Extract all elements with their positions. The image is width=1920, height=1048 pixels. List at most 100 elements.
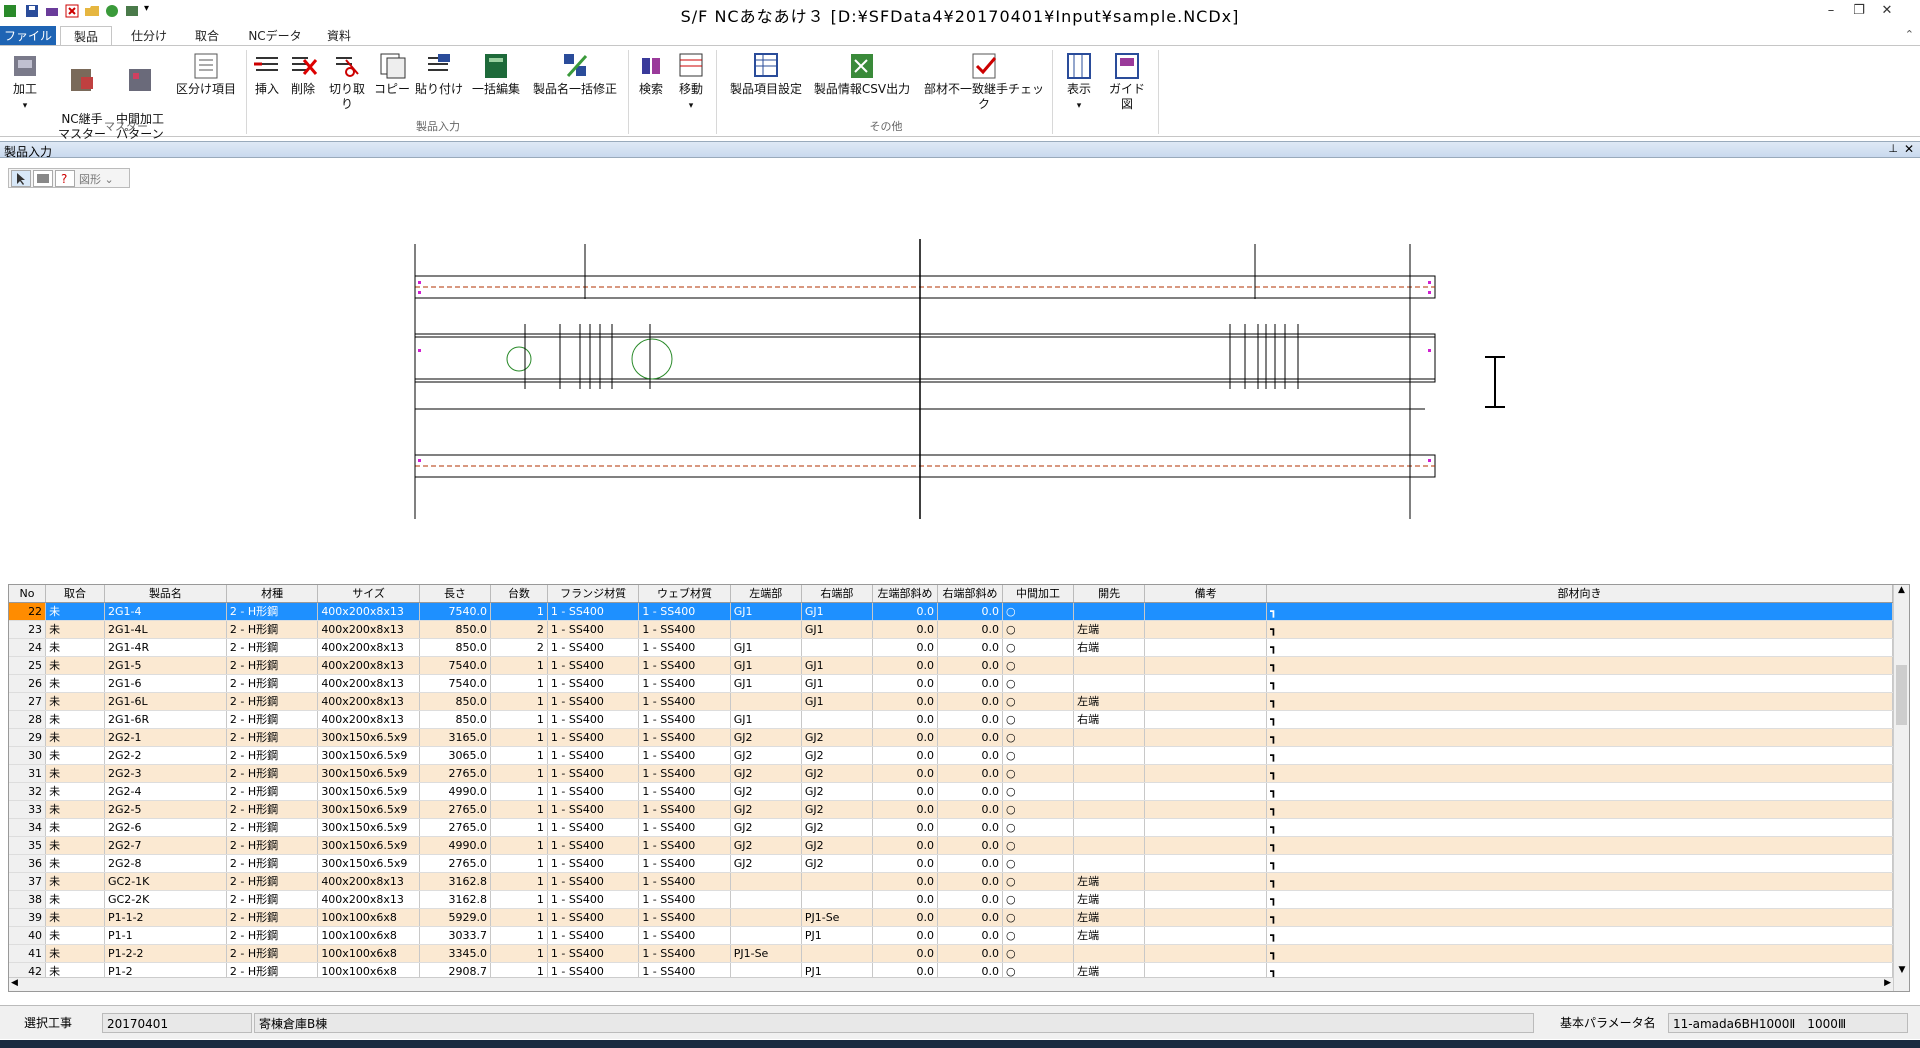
- table-cell[interactable]: 1: [490, 674, 548, 693]
- table-cell[interactable]: ┓: [1266, 764, 1893, 783]
- table-cell[interactable]: 3033.7: [419, 926, 492, 945]
- table-cell[interactable]: ○: [1002, 620, 1075, 639]
- table-cell[interactable]: 33: [9, 800, 47, 819]
- table-cell[interactable]: ┓: [1266, 602, 1893, 621]
- table-cell[interactable]: 2 - H形鋼: [226, 872, 319, 891]
- table-cell[interactable]: 300x150x6.5x9: [317, 764, 420, 783]
- table-cell[interactable]: 1 - SS400: [547, 638, 640, 657]
- table-cell[interactable]: 0.0: [872, 620, 938, 639]
- tab-shiwake[interactable]: 仕分け: [120, 26, 178, 46]
- table-cell[interactable]: [1144, 800, 1268, 819]
- table-cell[interactable]: ○: [1002, 782, 1075, 801]
- table-cell[interactable]: 2 - H形鋼: [226, 674, 319, 693]
- table-cell[interactable]: 0.0: [937, 674, 1003, 693]
- table-cell[interactable]: 0.0: [872, 800, 938, 819]
- column-header[interactable]: サイズ: [317, 585, 420, 603]
- table-cell[interactable]: GJ2: [801, 854, 873, 873]
- table-cell[interactable]: [1144, 746, 1268, 765]
- table-cell[interactable]: 3162.8: [419, 872, 492, 891]
- table-cell[interactable]: ○: [1002, 872, 1075, 891]
- table-cell[interactable]: [1144, 620, 1268, 639]
- table-cell[interactable]: [1073, 800, 1146, 819]
- table-cell[interactable]: 34: [9, 818, 47, 837]
- table-cell[interactable]: [1144, 782, 1268, 801]
- tab-shiryo[interactable]: 資料: [316, 26, 362, 46]
- table-cell[interactable]: 2 - H形鋼: [226, 620, 319, 639]
- table-cell[interactable]: ○: [1002, 944, 1075, 963]
- table-cell[interactable]: 2 - H形鋼: [226, 692, 319, 711]
- table-cell[interactable]: [1144, 926, 1268, 945]
- table-cell[interactable]: GJ2: [801, 836, 873, 855]
- table-cell[interactable]: 2 - H形鋼: [226, 746, 319, 765]
- table-cell[interactable]: GJ2: [801, 782, 873, 801]
- table-cell[interactable]: 2G2-6: [104, 818, 227, 837]
- table-cell[interactable]: 0.0: [872, 926, 938, 945]
- table-cell[interactable]: 未: [45, 656, 105, 675]
- table-row[interactable]: 26 未 2G1-6 2 - H形鋼 400x200x8x13 7540.0 1 1 - SS…: [9, 674, 1893, 693]
- table-cell[interactable]: [1073, 728, 1146, 747]
- table-cell[interactable]: ┓: [1266, 926, 1893, 945]
- table-cell[interactable]: 37: [9, 872, 47, 891]
- table-cell[interactable]: 300x150x6.5x9: [317, 854, 420, 873]
- table-cell[interactable]: 850.0: [419, 692, 492, 711]
- table-cell[interactable]: 0.0: [937, 620, 1003, 639]
- table-cell[interactable]: [1144, 728, 1268, 747]
- table-cell[interactable]: [1144, 602, 1268, 621]
- table-cell[interactable]: 1 - SS400: [638, 872, 731, 891]
- table-cell[interactable]: 1 - SS400: [638, 836, 731, 855]
- table-cell[interactable]: [801, 944, 873, 963]
- table-cell[interactable]: 2G1-6L: [104, 692, 227, 711]
- bulk-edit-button[interactable]: 一括編集: [470, 50, 522, 97]
- table-cell[interactable]: 0.0: [872, 638, 938, 657]
- table-cell[interactable]: 1 - SS400: [638, 656, 731, 675]
- table-cell[interactable]: ┓: [1266, 746, 1893, 765]
- horizontal-scrollbar[interactable]: ◀ ▶: [9, 977, 1893, 991]
- table-cell[interactable]: 30: [9, 746, 47, 765]
- table-cell[interactable]: GJ2: [801, 728, 873, 747]
- table-cell[interactable]: ┓: [1266, 800, 1893, 819]
- table-cell[interactable]: 2G1-5: [104, 656, 227, 675]
- table-row[interactable]: 32 未 2G2-4 2 - H形鋼 300x150x6.5x9 4990.0 1 1 - S…: [9, 782, 1893, 801]
- table-cell[interactable]: 400x200x8x13: [317, 638, 420, 657]
- table-cell[interactable]: 400x200x8x13: [317, 674, 420, 693]
- table-cell[interactable]: [730, 620, 802, 639]
- minimize-button[interactable]: –: [1820, 2, 1842, 20]
- table-cell[interactable]: 2 - H形鋼: [226, 890, 319, 909]
- table-cell[interactable]: 未: [45, 890, 105, 909]
- table-cell[interactable]: 26: [9, 674, 47, 693]
- table-cell[interactable]: GJ2: [730, 728, 802, 747]
- table-cell[interactable]: 1 - SS400: [547, 890, 640, 909]
- table-cell[interactable]: 1 - SS400: [638, 728, 731, 747]
- table-cell[interactable]: 1 - SS400: [638, 800, 731, 819]
- table-cell[interactable]: [1073, 782, 1146, 801]
- table-cell[interactable]: [1073, 854, 1146, 873]
- table-cell[interactable]: 1 - SS400: [638, 926, 731, 945]
- table-cell[interactable]: 1: [490, 908, 548, 927]
- table-cell[interactable]: 4990.0: [419, 836, 492, 855]
- table-cell[interactable]: 0.0: [937, 926, 1003, 945]
- table-cell[interactable]: P1-1: [104, 926, 227, 945]
- table-cell[interactable]: [1144, 638, 1268, 657]
- column-header[interactable]: ウェブ材質: [638, 585, 731, 603]
- column-header[interactable]: 右端部: [801, 585, 873, 603]
- vertical-scrollbar[interactable]: ▲ ▼: [1893, 585, 1909, 991]
- table-cell[interactable]: 未: [45, 602, 105, 621]
- table-cell[interactable]: 1 - SS400: [547, 746, 640, 765]
- table-cell[interactable]: ○: [1002, 656, 1075, 675]
- table-cell[interactable]: 2 - H形鋼: [226, 638, 319, 657]
- table-cell[interactable]: GJ1: [730, 656, 802, 675]
- table-cell[interactable]: 1: [490, 746, 548, 765]
- table-cell[interactable]: ○: [1002, 908, 1075, 927]
- table-cell[interactable]: 1 - SS400: [638, 620, 731, 639]
- table-cell[interactable]: 7540.0: [419, 602, 492, 621]
- table-cell[interactable]: 0.0: [937, 782, 1003, 801]
- table-cell[interactable]: 未: [45, 854, 105, 873]
- table-cell[interactable]: 1: [490, 656, 548, 675]
- kako-button[interactable]: 加工 ▾: [8, 50, 42, 114]
- table-cell[interactable]: GJ2: [730, 764, 802, 783]
- table-cell[interactable]: 2G1-4R: [104, 638, 227, 657]
- table-cell[interactable]: 1 - SS400: [638, 854, 731, 873]
- table-cell[interactable]: 0.0: [937, 890, 1003, 909]
- table-cell[interactable]: GJ1: [801, 692, 873, 711]
- table-cell[interactable]: 2765.0: [419, 800, 492, 819]
